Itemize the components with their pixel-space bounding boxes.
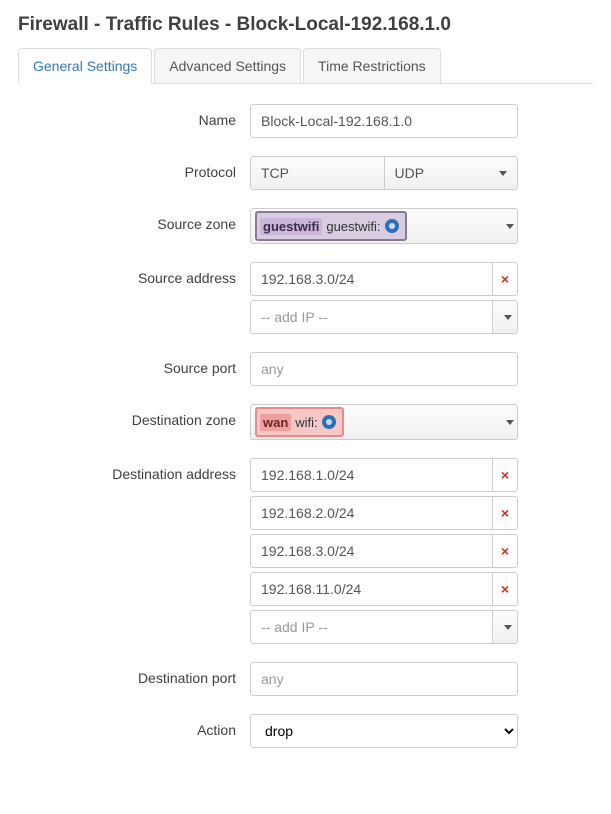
- chevron-down-icon: [506, 420, 514, 425]
- add-ip-placeholder: -- add IP --: [250, 300, 492, 334]
- source-port-input[interactable]: [250, 352, 518, 386]
- remove-ip-button[interactable]: ×: [492, 458, 518, 492]
- destination-address-value[interactable]: 192.168.3.0/24: [250, 534, 492, 568]
- destination-address-item: 192.168.1.0/24 ×: [250, 458, 518, 492]
- destination-address-value[interactable]: 192.168.1.0/24: [250, 458, 492, 492]
- destination-address-item: 192.168.11.0/24 ×: [250, 572, 518, 606]
- destination-zone-name: wan: [260, 414, 291, 431]
- destination-zone-iface: wifi:: [295, 415, 317, 430]
- tab-general-settings[interactable]: General Settings: [18, 48, 152, 84]
- remove-ip-button[interactable]: ×: [492, 534, 518, 568]
- source-address-item: 192.168.3.0/24 ×: [250, 262, 518, 296]
- destination-address-item: 192.168.3.0/24 ×: [250, 534, 518, 568]
- source-address-add[interactable]: -- add IP --: [250, 300, 518, 334]
- action-select[interactable]: drop: [250, 714, 518, 748]
- source-zone-badge: guestwifi guestwifi:: [255, 211, 407, 241]
- page-title: Firewall - Traffic Rules - Block-Local-1…: [18, 14, 593, 36]
- close-icon: ×: [501, 467, 509, 483]
- chevron-down-icon: [504, 625, 512, 630]
- chevron-down-icon: [499, 171, 507, 176]
- name-input[interactable]: [250, 104, 518, 138]
- destination-address-value[interactable]: 192.168.11.0/24: [250, 572, 492, 606]
- destination-address-item: 192.168.2.0/24 ×: [250, 496, 518, 530]
- name-label: Name: [18, 104, 250, 128]
- source-zone-name: guestwifi: [260, 218, 322, 235]
- chevron-down-icon: [506, 224, 514, 229]
- destination-port-label: Destination port: [18, 662, 250, 686]
- protocol-value-2: UDP: [395, 165, 425, 181]
- action-label: Action: [18, 714, 250, 738]
- tab-time-restrictions[interactable]: Time Restrictions: [303, 48, 441, 84]
- network-icon: [385, 219, 399, 233]
- source-zone-label: Source zone: [18, 208, 250, 232]
- destination-zone-select[interactable]: wan wifi:: [250, 404, 518, 440]
- close-icon: ×: [501, 581, 509, 597]
- source-zone-iface: guestwifi:: [326, 219, 380, 234]
- protocol-label: Protocol: [18, 156, 250, 180]
- source-address-label: Source address: [18, 262, 250, 286]
- tabs: General Settings Advanced Settings Time …: [18, 48, 593, 84]
- protocol-select[interactable]: TCP UDP: [250, 156, 518, 190]
- remove-ip-button[interactable]: ×: [492, 572, 518, 606]
- remove-ip-button[interactable]: ×: [492, 262, 518, 296]
- close-icon: ×: [501, 505, 509, 521]
- destination-zone-badge: wan wifi:: [255, 407, 344, 437]
- remove-ip-button[interactable]: ×: [492, 496, 518, 530]
- chevron-down-icon: [504, 315, 512, 320]
- destination-address-label: Destination address: [18, 458, 250, 482]
- destination-address-value[interactable]: 192.168.2.0/24: [250, 496, 492, 530]
- source-address-value[interactable]: 192.168.3.0/24: [250, 262, 492, 296]
- destination-port-input[interactable]: [250, 662, 518, 696]
- protocol-value-1: TCP: [251, 157, 385, 189]
- close-icon: ×: [501, 271, 509, 287]
- close-icon: ×: [501, 543, 509, 559]
- destination-address-add[interactable]: -- add IP --: [250, 610, 518, 644]
- source-zone-select[interactable]: guestwifi guestwifi:: [250, 208, 518, 244]
- add-ip-placeholder: -- add IP --: [250, 610, 492, 644]
- source-port-label: Source port: [18, 352, 250, 376]
- tab-advanced-settings[interactable]: Advanced Settings: [154, 48, 301, 84]
- network-icon: [322, 415, 336, 429]
- destination-zone-label: Destination zone: [18, 404, 250, 428]
